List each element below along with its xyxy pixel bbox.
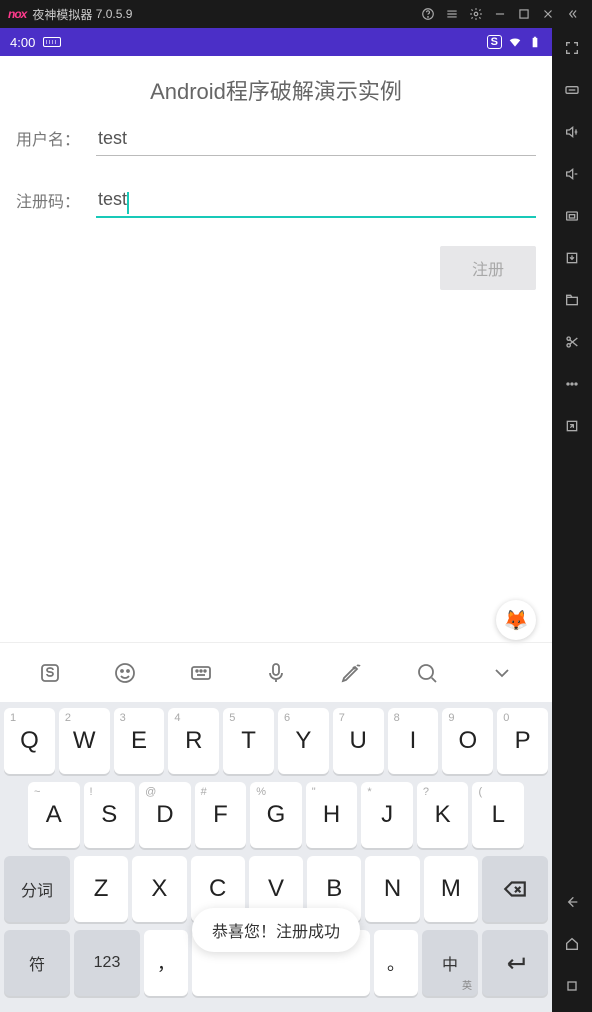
ime-area: 🦊 1Q2W3E4R5T6Y7U8I9O0P ~A!S@D#F%G"H*J?K(… <box>0 642 552 1012</box>
file-manager-icon[interactable] <box>560 288 584 312</box>
emoji-icon[interactable] <box>105 653 145 693</box>
scissors-icon[interactable] <box>560 330 584 354</box>
maximize-icon[interactable] <box>512 2 536 26</box>
keyboard-indicator-icon <box>43 37 61 47</box>
emoji-float-icon[interactable]: 🦊 <box>496 600 536 640</box>
fenci-key[interactable]: 分词 <box>4 856 70 922</box>
key-t[interactable]: 5T <box>223 708 274 774</box>
key-l[interactable]: (L <box>472 782 524 848</box>
recents-icon[interactable] <box>560 974 584 998</box>
sogou-logo-icon[interactable] <box>30 653 70 693</box>
key-o[interactable]: 9O <box>442 708 493 774</box>
emulator-name: 夜神模拟器 <box>32 6 92 23</box>
gear-icon[interactable] <box>464 2 488 26</box>
key-m[interactable]: M <box>424 856 478 922</box>
key-a[interactable]: ~A <box>28 782 80 848</box>
android-screen: 4:00 S Android程序破解演示实例 用户名： 注册码： test 注册 <box>0 28 552 1012</box>
app-title: Android程序破解演示实例 <box>16 74 536 106</box>
home-icon[interactable] <box>560 932 584 956</box>
key-v[interactable]: V <box>249 856 303 922</box>
app-content: Android程序破解演示实例 用户名： 注册码： test 注册 <box>0 56 552 302</box>
help-icon[interactable] <box>416 2 440 26</box>
key-q[interactable]: 1Q <box>4 708 55 774</box>
key-g[interactable]: %G <box>250 782 302 848</box>
register-button[interactable]: 注册 <box>440 246 536 290</box>
regcode-field[interactable]: test <box>96 184 536 218</box>
key-i[interactable]: 8I <box>388 708 439 774</box>
username-label: 用户名： <box>16 126 96 156</box>
symbol-key[interactable]: 符 <box>4 930 70 996</box>
key-b[interactable]: B <box>307 856 361 922</box>
emulator-titlebar: nox 夜神模拟器 7.0.5.9 <box>0 0 592 28</box>
key-r[interactable]: 4R <box>168 708 219 774</box>
emulator-version: 7.0.5.9 <box>96 7 133 21</box>
menu-icon[interactable] <box>440 2 464 26</box>
space-key[interactable] <box>192 930 370 996</box>
key-z[interactable]: Z <box>74 856 128 922</box>
key-k[interactable]: ?K <box>417 782 469 848</box>
minimize-icon[interactable] <box>488 2 512 26</box>
regcode-label: 注册码： <box>16 188 96 218</box>
fullscreen-icon[interactable] <box>560 36 584 60</box>
key-u[interactable]: 7U <box>333 708 384 774</box>
android-statusbar: 4:00 S <box>0 28 552 56</box>
ime-toolbar <box>0 642 552 702</box>
key-j[interactable]: *J <box>361 782 413 848</box>
key-s[interactable]: !S <box>84 782 136 848</box>
keyboard: 1Q2W3E4R5T6Y7U8I9O0P ~A!S@D#F%G"H*J?K(L … <box>0 702 552 1012</box>
collapse-sidebar-icon[interactable] <box>560 2 584 26</box>
volume-up-icon[interactable] <box>560 120 584 144</box>
ime-status-icon: S <box>487 35 502 49</box>
key-f[interactable]: #F <box>195 782 247 848</box>
key-c[interactable]: C <box>191 856 245 922</box>
backspace-key[interactable] <box>482 856 548 922</box>
key-w[interactable]: 2W <box>59 708 110 774</box>
nox-logo: nox <box>8 7 26 21</box>
language-key[interactable]: 中英 <box>422 930 478 996</box>
status-time: 4:00 <box>10 35 35 50</box>
key-x[interactable]: X <box>132 856 186 922</box>
wifi-icon <box>508 35 522 49</box>
battery-icon <box>528 35 542 49</box>
key-y[interactable]: 6Y <box>278 708 329 774</box>
handwrite-icon[interactable] <box>331 653 371 693</box>
period-key[interactable]: 。 <box>374 930 418 996</box>
volume-down-icon[interactable] <box>560 162 584 186</box>
comma-key[interactable]: ， <box>144 930 188 996</box>
key-h[interactable]: "H <box>306 782 358 848</box>
key-d[interactable]: @D <box>139 782 191 848</box>
more-icon[interactable] <box>560 372 584 396</box>
microphone-icon[interactable] <box>256 653 296 693</box>
keymap-icon[interactable] <box>560 78 584 102</box>
back-icon[interactable] <box>560 890 584 914</box>
key-n[interactable]: N <box>365 856 419 922</box>
close-icon[interactable] <box>536 2 560 26</box>
share-icon[interactable] <box>560 414 584 438</box>
number-key[interactable]: 123 <box>74 930 140 996</box>
username-field[interactable] <box>96 124 536 156</box>
key-p[interactable]: 0P <box>497 708 548 774</box>
screenshot-icon[interactable] <box>560 204 584 228</box>
key-e[interactable]: 3E <box>114 708 165 774</box>
enter-key[interactable] <box>482 930 548 996</box>
keyboard-select-icon[interactable] <box>181 653 221 693</box>
chevron-down-icon[interactable] <box>482 653 522 693</box>
emulator-sidebar <box>552 28 592 1012</box>
search-icon[interactable] <box>407 653 447 693</box>
apk-install-icon[interactable] <box>560 246 584 270</box>
